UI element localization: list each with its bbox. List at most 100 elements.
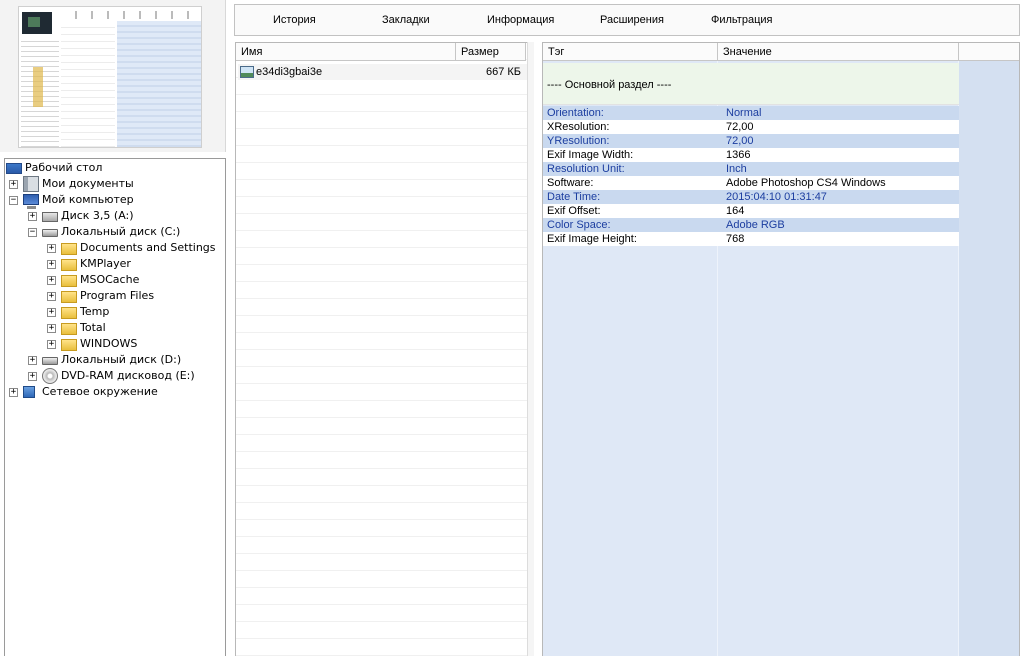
tag-name: Resolution Unit: <box>547 163 625 175</box>
tag-name: XResolution: <box>547 121 610 133</box>
tree-node-label: Program Files <box>80 289 155 302</box>
file-name: e34di3gbai3e <box>256 66 323 78</box>
tree-node[interactable]: + Documents and Settings <box>5 240 225 256</box>
expand-icon[interactable]: + <box>47 308 56 317</box>
tag-value: 2015:04:10 01:31:47 <box>726 191 827 203</box>
tree-node-label: Сетевое окружение <box>42 385 158 398</box>
expand-icon[interactable]: + <box>28 372 37 381</box>
tag-row[interactable]: Software: Adobe Photoshop CS4 Windows <box>543 176 959 190</box>
folder-icon <box>61 275 77 287</box>
tag-name: Exif Offset: <box>547 205 601 217</box>
expand-icon[interactable]: + <box>47 276 56 285</box>
tag-value: Adobe RGB <box>726 219 785 231</box>
tree-node[interactable]: + Мои документы <box>5 176 225 192</box>
tree-node[interactable]: − Мой компьютер <box>5 192 225 209</box>
tree-node-label: Мои документы <box>42 177 134 190</box>
tag-row[interactable]: Exif Image Height: 768 <box>543 232 959 246</box>
image-file-icon <box>240 66 254 78</box>
menu-info[interactable]: Информация <box>487 14 554 26</box>
tag-row[interactable]: XResolution: 72,00 <box>543 120 959 134</box>
tag-value: Inch <box>726 163 747 175</box>
documents-icon <box>23 176 39 192</box>
section-title: ---- Основной раздел ---- <box>547 79 672 91</box>
exif-tag-table[interactable]: Тэг Значение ---- Основной раздел ---- O… <box>542 42 1020 656</box>
tag-name: Software: <box>547 177 594 189</box>
column-header-name[interactable]: Имя <box>236 43 456 61</box>
dvd-icon <box>42 368 58 384</box>
menu-bookmarks[interactable]: Закладки <box>382 14 430 26</box>
tree-node[interactable]: + Temp <box>5 304 225 320</box>
desktop-icon <box>6 163 22 174</box>
file-list[interactable]: Имя Размер e34di3gbai3e 667 КБ <box>235 42 534 656</box>
tag-row[interactable]: Resolution Unit: Inch <box>543 162 959 176</box>
tag-row[interactable]: Date Time: 2015:04:10 01:31:47 <box>543 190 959 204</box>
thumbnail-menu <box>61 11 201 19</box>
tree-node[interactable]: + Program Files <box>5 288 225 304</box>
expand-icon[interactable]: + <box>28 212 37 221</box>
image-thumbnail <box>18 6 202 148</box>
menu-extensions[interactable]: Расширения <box>600 14 664 26</box>
column-header-size[interactable]: Размер <box>456 43 526 61</box>
menu-history[interactable]: История <box>273 14 316 26</box>
folder-tree[interactable]: Рабочий стол + Мои документы − Мой компьютер… <box>4 158 226 656</box>
computer-icon <box>23 194 39 209</box>
menu-filtering[interactable]: Фильтрация <box>711 14 772 26</box>
tag-row[interactable]: YResolution: 72,00 <box>543 134 959 148</box>
expand-icon[interactable]: + <box>9 388 18 397</box>
tree-node-label: KMPlayer <box>80 257 131 270</box>
tree-node[interactable]: + Total <box>5 320 225 336</box>
folder-icon <box>61 259 77 271</box>
image-preview-pane <box>0 0 226 152</box>
tag-row[interactable]: Orientation: Normal <box>543 106 959 120</box>
folder-icon <box>61 243 77 255</box>
tree-node[interactable]: − Локальный диск (C:) <box>5 224 225 240</box>
tree-node-label: Total <box>80 321 106 334</box>
tag-row[interactable]: Color Space: Adobe RGB <box>543 218 959 232</box>
tree-node[interactable]: Рабочий стол <box>5 160 225 176</box>
folder-icon <box>61 339 77 351</box>
tag-name: YResolution: <box>547 135 610 147</box>
tag-row[interactable]: Exif Offset: 164 <box>543 204 959 218</box>
tree-node-label: Temp <box>80 305 110 318</box>
file-list-scrollbar[interactable] <box>527 42 534 656</box>
column-header-tag[interactable]: Тэг <box>543 43 718 61</box>
tag-name: Color Space: <box>547 219 611 231</box>
tag-name: Orientation: <box>547 107 604 119</box>
column-header-value[interactable]: Значение <box>718 43 959 61</box>
tag-value: 1366 <box>726 149 751 161</box>
tree-node-label: Локальный диск (C:) <box>61 225 181 238</box>
tag-name: Exif Image Width: <box>547 149 634 161</box>
tag-value: Normal <box>726 107 762 119</box>
tree-node[interactable]: + MSOCache <box>5 272 225 288</box>
tree-node-label: Мой компьютер <box>42 193 134 206</box>
expand-icon[interactable]: + <box>47 244 56 253</box>
folder-icon <box>61 323 77 335</box>
tree-node[interactable]: + Сетевое окружение <box>5 384 225 400</box>
collapse-icon[interactable]: − <box>9 196 18 205</box>
tree-node-label: Локальный диск (D:) <box>61 353 182 366</box>
tree-node[interactable]: + DVD-RAM дисковод (E:) <box>5 368 225 384</box>
expand-icon[interactable]: + <box>47 340 56 349</box>
expand-icon[interactable]: + <box>47 260 56 269</box>
expand-icon[interactable]: + <box>47 292 56 301</box>
expand-icon[interactable]: + <box>47 324 56 333</box>
folder-icon <box>61 307 77 319</box>
expand-icon[interactable]: + <box>28 356 37 365</box>
expand-icon[interactable]: + <box>9 180 18 189</box>
tag-table-empty-column <box>959 61 1019 656</box>
tag-value: 72,00 <box>726 121 754 133</box>
file-size: 667 КБ <box>485 66 521 78</box>
tree-node[interactable]: + KMPlayer <box>5 256 225 272</box>
tree-node[interactable]: + Диск 3,5 (A:) <box>5 208 225 224</box>
folder-icon <box>61 291 77 303</box>
thumbnail-list <box>61 21 115 147</box>
thumbnail-tags <box>117 21 201 147</box>
menu-bar: История Закладки Информация Расширения Ф… <box>234 4 1020 36</box>
tree-node[interactable]: + WINDOWS <box>5 336 225 352</box>
collapse-icon[interactable]: − <box>28 228 37 237</box>
tree-node-label: Диск 3,5 (A:) <box>61 209 134 222</box>
thumbnail-tree <box>21 37 59 147</box>
file-row[interactable]: e34di3gbai3e 667 КБ <box>238 64 531 80</box>
tree-node[interactable]: + Локальный диск (D:) <box>5 352 225 368</box>
tag-row[interactable]: Exif Image Width: 1366 <box>543 148 959 162</box>
